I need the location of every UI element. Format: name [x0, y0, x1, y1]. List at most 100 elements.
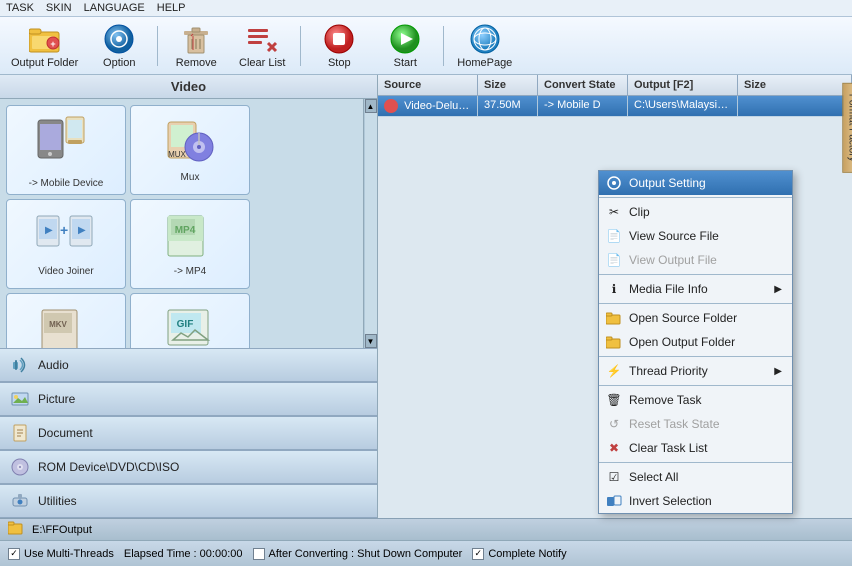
media-item-gif[interactable]: GIF GIF — [130, 293, 250, 348]
ctx-view-output-label: View Output File — [629, 253, 717, 267]
ctx-sep-6 — [599, 462, 792, 463]
category-rom[interactable]: ROM Device\DVD\CD\ISO — [0, 450, 377, 484]
context-menu: Output Setting ✂ Clip 📄 View Source File… — [598, 170, 793, 514]
ctx-thread-priority-label: Thread Priority — [629, 364, 708, 378]
shutdown-item: After Converting : Shut Down Computer — [253, 548, 463, 560]
media-item-mobile[interactable]: -> Mobile Device — [6, 105, 126, 195]
mux-icon: MUX — [163, 117, 218, 168]
th-size: Size — [478, 75, 538, 95]
category-audio[interactable]: Audio — [0, 348, 377, 382]
ctx-clear-task-list[interactable]: ✖ Clear Task List — [599, 436, 792, 460]
option-label: Option — [103, 57, 135, 69]
remove-label: Remove — [176, 57, 217, 69]
ctx-select-all[interactable]: ☑ Select All — [599, 465, 792, 489]
mp4-label: -> MP4 — [174, 266, 207, 277]
mobile-icon — [36, 112, 96, 174]
ctx-output-setting-icon — [605, 174, 623, 192]
notify-checkbox[interactable]: ✓ — [472, 548, 484, 560]
clear-list-label: Clear List — [239, 57, 285, 69]
menu-skin[interactable]: SKIN — [46, 2, 72, 14]
ctx-thread-priority[interactable]: ⚡ Thread Priority ▶ — [599, 359, 792, 383]
menu-task[interactable]: TASK — [6, 2, 34, 14]
rom-label: ROM Device\DVD\CD\ISO — [38, 460, 179, 474]
ctx-thread-priority-icon: ⚡ — [605, 362, 623, 380]
audio-label: Audio — [38, 358, 69, 372]
option-button[interactable]: Option — [89, 20, 149, 72]
ctx-remove-task[interactable]: 🗑 Remove Task — [599, 388, 792, 412]
ctx-clear-task-list-icon: ✖ — [605, 439, 623, 457]
stop-button[interactable]: Stop — [309, 20, 369, 72]
ctx-open-source-label: Open Source Folder — [629, 311, 737, 325]
scroll-up-arrow[interactable]: ▲ — [365, 99, 377, 113]
remove-icon — [180, 23, 212, 55]
ctx-invert-selection[interactable]: Invert Selection — [599, 489, 792, 513]
clear-list-button[interactable]: Clear List — [232, 20, 292, 72]
start-button[interactable]: Start — [375, 20, 435, 72]
table-row[interactable]: Video-Deluxe... 37.50M -> Mobile D C:\Us… — [378, 96, 852, 117]
svg-text:+: + — [50, 39, 55, 49]
notify-label: Complete Notify — [488, 548, 566, 560]
joiner-icon: ▶ + ▶ — [36, 211, 96, 262]
remove-button[interactable]: Remove — [166, 20, 226, 72]
ctx-open-output-folder[interactable]: Open Output Folder — [599, 330, 792, 354]
ctx-select-all-icon: ☑ — [605, 468, 623, 486]
output-folder-label: Output Folder — [11, 57, 78, 69]
ctx-view-output: 📄 View Output File — [599, 248, 792, 272]
media-item-mkv[interactable]: MKV MKV — [6, 293, 126, 348]
homepage-button[interactable]: HomePage — [452, 20, 517, 72]
shutdown-checkbox[interactable] — [253, 548, 265, 560]
mp4-icon: MP4 — [163, 211, 218, 262]
ctx-open-output-label: Open Output Folder — [629, 335, 735, 349]
svg-text:▶: ▶ — [45, 225, 53, 236]
ctx-clip[interactable]: ✂ Clip — [599, 200, 792, 224]
td-size2 — [738, 96, 852, 116]
scroll-down-arrow[interactable]: ▼ — [365, 334, 377, 348]
ctx-sep-4 — [599, 356, 792, 357]
ctx-output-setting[interactable]: Output Setting — [599, 171, 792, 195]
left-scrollbar[interactable]: ▲ ▼ — [363, 99, 377, 348]
utilities-icon — [10, 491, 30, 511]
folder-icon: + — [29, 23, 61, 55]
menu-language[interactable]: LANGUAGE — [84, 2, 145, 14]
media-item-mux[interactable]: MUX Mux — [130, 105, 250, 195]
media-item-joiner[interactable]: ▶ + ▶ Video Joiner — [6, 199, 126, 289]
media-item-mp4[interactable]: MP4 -> MP4 — [130, 199, 250, 289]
ctx-remove-task-label: Remove Task — [629, 393, 701, 407]
rom-icon — [10, 457, 30, 477]
joiner-label: Video Joiner — [38, 266, 93, 277]
td-output: C:\Users\Malaysia... — [628, 96, 738, 116]
ctx-open-source-folder[interactable]: Open Source Folder — [599, 306, 792, 330]
td-size: 37.50M — [478, 96, 538, 116]
ctx-thread-priority-arrow: ▶ — [774, 366, 782, 377]
mkv-icon: MKV — [39, 305, 94, 348]
homepage-icon — [469, 23, 501, 55]
output-folder-button[interactable]: + Output Folder — [6, 20, 83, 72]
video-header-label: Video — [171, 79, 206, 94]
toolbar-separator-1 — [157, 26, 158, 66]
menu-help[interactable]: HELP — [157, 2, 186, 14]
ctx-media-info-icon: ℹ — [605, 280, 623, 298]
multithreads-checkbox[interactable]: ✓ — [8, 548, 20, 560]
status-bar: ✓ Use Multi-Threads Elapsed Time : 00:00… — [0, 540, 852, 566]
ctx-view-source[interactable]: 📄 View Source File — [599, 224, 792, 248]
ctx-sep-3 — [599, 303, 792, 304]
notify-item: ✓ Complete Notify — [472, 548, 566, 560]
ctx-reset-task-icon: ↺ — [605, 415, 623, 433]
picture-label: Picture — [38, 392, 75, 406]
ctx-open-output-folder-icon — [605, 333, 623, 351]
ctx-clear-task-list-label: Clear Task List — [629, 441, 707, 455]
table-header: Source Size Convert State Output [F2] Si… — [378, 75, 852, 96]
mobile-label: -> Mobile Device — [29, 178, 104, 189]
ctx-select-all-label: Select All — [629, 470, 678, 484]
output-path-icon — [8, 521, 24, 538]
ctx-invert-icon — [605, 492, 623, 510]
ctx-media-info[interactable]: ℹ Media File Info ▶ — [599, 277, 792, 301]
stop-label: Stop — [328, 57, 351, 69]
td-convert: -> Mobile D — [538, 96, 628, 116]
ctx-reset-task-label: Reset Task State — [629, 417, 720, 431]
category-utilities[interactable]: Utilities — [0, 484, 377, 518]
category-document[interactable]: Document — [0, 416, 377, 450]
start-icon — [389, 23, 421, 55]
utilities-label: Utilities — [38, 494, 77, 508]
category-picture[interactable]: Picture — [0, 382, 377, 416]
